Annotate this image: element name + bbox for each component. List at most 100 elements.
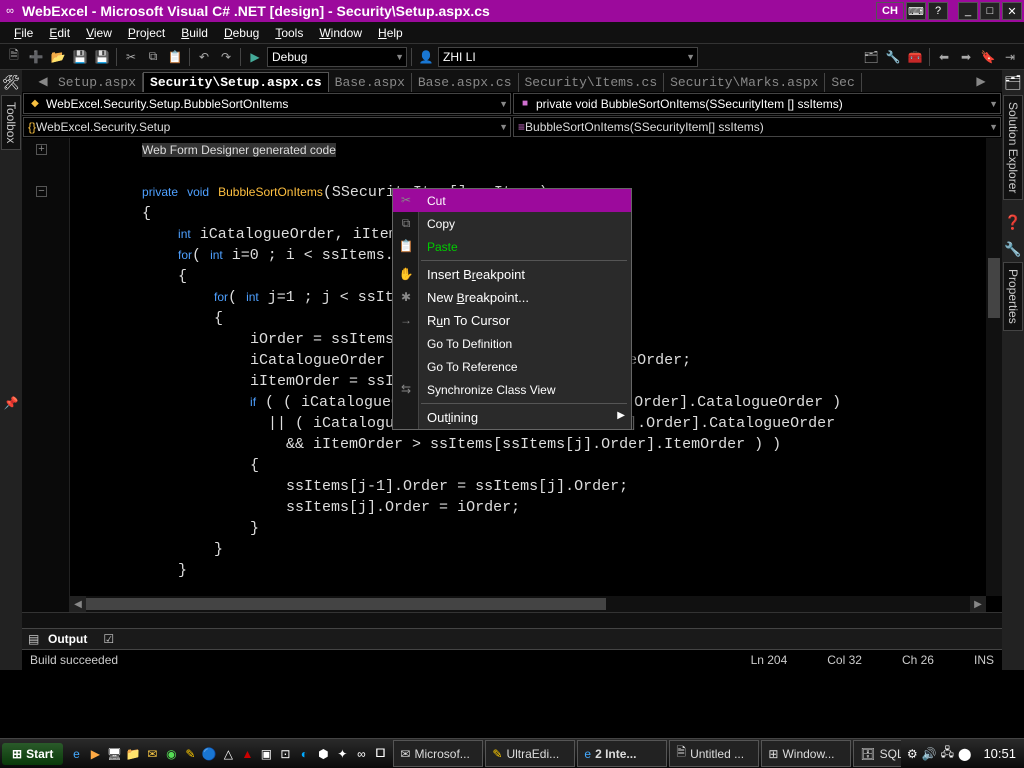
tasklist-icon[interactable]: ☑ [103,632,117,646]
tray-icon[interactable]: 🔊 [922,747,937,761]
fold-toggle-icon[interactable]: + [36,144,47,155]
menu-build[interactable]: Build [173,24,216,42]
media-icon[interactable]: ▶ [86,743,104,765]
menu-edit[interactable]: Edit [41,24,78,42]
bookmark-icon[interactable]: 🔖 [978,47,998,67]
menu-window[interactable]: Window [311,24,370,42]
ime-indicator[interactable]: CH [876,2,904,20]
file-tab[interactable]: Base.aspx.cs [412,73,519,92]
new-project-icon[interactable]: 🗎 [4,47,24,67]
menu-help[interactable]: Help [370,24,411,42]
scroll-right-icon[interactable]: ▶ [970,596,986,612]
menu-tools[interactable]: Tools [267,24,311,42]
code-editor[interactable]: + − Web Form Designer generated code pri… [22,138,1002,612]
add-item-icon[interactable]: ➕ [26,47,46,67]
output-panel-header[interactable]: ▤ Output ☑ [22,628,1002,650]
tray-icon[interactable]: ⚙ [907,747,918,761]
save-icon[interactable]: 💾 [70,47,90,67]
app-icon[interactable]: ◉ [162,743,180,765]
method-combo[interactable]: ≡BubbleSortOnItems(SSecurityItem[] ssIte… [513,117,1001,137]
ctx-run-to-cursor[interactable]: →Run To Cursor [393,309,631,332]
redo-icon[interactable]: ↷ [216,47,236,67]
solution-icon[interactable]: 🗂 [861,47,881,67]
explorer-icon[interactable]: 📁 [124,743,142,765]
keyboard-icon[interactable]: ⌨ [906,2,926,20]
ctx-new-breakpoint[interactable]: ✱New Breakpoint... [393,286,631,309]
menu-project[interactable]: Project [120,24,173,42]
menu-file[interactable]: File [6,24,41,42]
region-banner[interactable]: Web Form Designer generated code [142,143,336,157]
toolbox-tab[interactable]: Toolbox [1,95,21,150]
system-tray[interactable]: ⚙ 🔊 🖧 ⬤ [901,743,978,764]
vertical-scrollbar[interactable] [986,138,1002,596]
properties-icon[interactable]: 🔧 [1004,241,1021,258]
fold-toggle-icon[interactable]: − [36,186,47,197]
task-button[interactable]: ✉Microsof... [393,740,483,767]
desktop-icon[interactable]: 🖥 [105,743,123,765]
ctx-outlining[interactable]: Outlining▶ [393,406,631,429]
save-all-icon[interactable]: 💾 [92,47,112,67]
start-button[interactable]: ⊞Start [2,743,63,765]
file-tab-active[interactable]: Security\Setup.aspx.cs [143,72,329,92]
indent-icon[interactable]: ⇥ [1000,47,1020,67]
ctx-goto-ref[interactable]: Go To Reference [393,355,631,378]
task-button[interactable]: 🗎Untitled ... [669,740,759,767]
properties-tab[interactable]: Properties [1003,262,1023,331]
app-icon[interactable]: ∞ [352,743,370,765]
close-button[interactable]: ✕ [1002,2,1022,20]
ctx-sync-classview[interactable]: ⇆Synchronize Class View [393,378,631,401]
file-tab[interactable]: Base.aspx [329,73,412,92]
minimize-button[interactable]: _ [958,2,978,20]
ctx-cut[interactable]: ✂Cut [393,189,631,212]
file-tab[interactable]: Setup.aspx [52,73,143,92]
taskbar-clock[interactable]: 10:51 [977,746,1022,761]
nav-back-icon[interactable]: ⬅ [934,47,954,67]
menu-view[interactable]: View [78,24,120,42]
member-combo[interactable]: ■private void BubbleSortOnItems(SSecurit… [513,93,1001,114]
ue-icon[interactable]: ✎ [181,743,199,765]
task-button[interactable]: e2 Inte... [577,740,667,767]
help-icon[interactable]: ? [928,2,948,20]
find-combo[interactable]: ZHI LI▼ [438,47,698,67]
start-debug-icon[interactable]: ▶ [245,47,265,67]
copy-icon[interactable]: ⧉ [143,47,163,67]
tray-icon[interactable]: 🖧 [941,743,954,764]
nav-fwd-icon[interactable]: ➡ [956,47,976,67]
open-icon[interactable]: 📂 [48,47,68,67]
maximize-button[interactable]: □ [980,2,1000,20]
help-icon[interactable]: ❓ [1004,214,1021,231]
app-icon[interactable]: △ [219,743,237,765]
tab-scroll-left-icon[interactable]: ◀ [36,72,50,90]
app-icon[interactable]: 🞑 [371,743,389,765]
app-icon[interactable]: ◐ [295,743,313,765]
solution-explorer-tab[interactable]: Solution Explorer [1003,95,1023,200]
properties-icon[interactable]: 🔧 [883,47,903,67]
menu-debug[interactable]: Debug [216,24,267,42]
server-explorer-icon[interactable]: 🛠 [2,74,20,91]
tab-scroll-right-icon[interactable]: ▶ [974,72,988,90]
app-icon[interactable]: ▲ [238,743,256,765]
horizontal-scrollbar[interactable]: ◀ ▶ [70,596,986,612]
app-icon[interactable]: ⬢ [314,743,332,765]
ctx-copy[interactable]: ⧉Copy [393,212,631,235]
task-button[interactable]: ⊞Window... [761,740,851,767]
ie-icon[interactable]: e [67,743,85,765]
scroll-left-icon[interactable]: ◀ [70,596,86,612]
ctx-goto-def[interactable]: Go To Definition [393,332,631,355]
ctx-insert-breakpoint[interactable]: ✋Insert Breakpoint [393,263,631,286]
paste-icon[interactable]: 📋 [165,47,185,67]
app-icon[interactable]: ⊡ [276,743,294,765]
file-tab[interactable]: Sec [825,73,861,92]
toolbox-icon[interactable]: 🧰 [905,47,925,67]
outlook-icon[interactable]: ✉ [143,743,161,765]
tray-icon[interactable]: ⬤ [958,747,971,761]
task-button[interactable]: 🗄SQL Ser... [853,740,901,767]
pin-icon[interactable]: 📌 [4,396,19,410]
app-icon[interactable]: ▣ [257,743,275,765]
file-tab[interactable]: Security\Items.cs [519,73,665,92]
cut-icon[interactable]: ✂ [121,47,141,67]
namespace-combo[interactable]: {}WebExcel.Security.Setup▼ [23,117,511,137]
app-icon[interactable]: 🔵 [200,743,218,765]
class-combo[interactable]: ◆WebExcel.Security.Setup.BubbleSortOnIte… [23,93,511,114]
solution-explorer-icon[interactable]: 🗂 [1004,74,1022,91]
